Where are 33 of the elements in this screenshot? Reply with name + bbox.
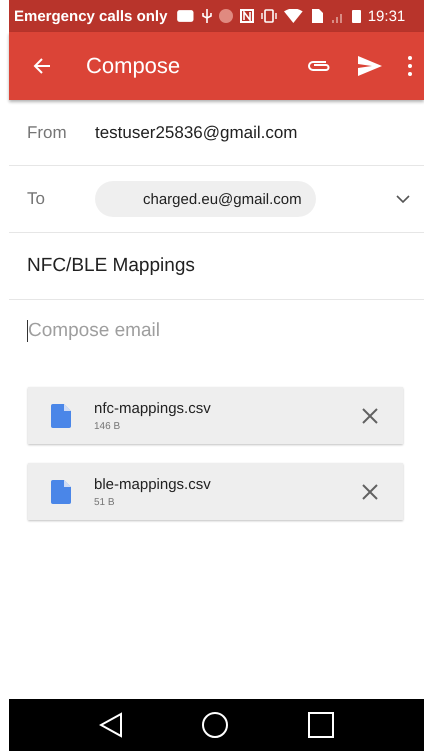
file-name: nfc-mappings.csv — [94, 400, 212, 416]
send-icon[interactable] — [358, 56, 382, 76]
file-icon — [51, 404, 71, 428]
screen-title: Compose — [86, 53, 182, 79]
file-size: 51 B — [94, 496, 116, 508]
body-field[interactable]: Compose email — [27, 320, 228, 342]
back-arrow-icon[interactable] — [33, 57, 51, 75]
from-label: From — [27, 122, 68, 142]
wifi-icon — [284, 9, 303, 23]
file-size: 146 B — [94, 420, 122, 432]
close-icon[interactable] — [362, 408, 378, 424]
file-name: ble-mappings.csv — [94, 476, 212, 492]
chevron-down-icon[interactable] — [396, 194, 410, 204]
attachment-card[interactable]: nfc-mappings.csv 146 B — [28, 387, 403, 444]
usb-icon — [202, 9, 212, 23]
paperclip-icon[interactable] — [306, 59, 332, 73]
close-icon[interactable] — [362, 484, 378, 500]
recipient-chip[interactable]: charged.eu@gmail.com — [95, 181, 316, 217]
nfc-icon — [240, 9, 254, 23]
attachment-card[interactable]: ble-mappings.csv 51 B — [28, 463, 403, 520]
battery-icon — [352, 9, 361, 23]
to-label: To — [27, 189, 46, 209]
back-triangle-icon[interactable] — [98, 712, 123, 738]
sender-address: testuser25836@gmail.com — [95, 122, 298, 142]
clock-text: 19:31 — [368, 8, 406, 24]
vibrate-icon — [261, 9, 278, 23]
more-options-icon[interactable] — [408, 56, 412, 76]
home-circle-icon[interactable] — [202, 712, 228, 738]
sim-icon — [310, 9, 324, 23]
subject-text[interactable]: NFC/BLE Mappings — [27, 255, 195, 277]
carrier-text: Emergency calls only — [14, 8, 168, 24]
file-icon — [51, 480, 71, 504]
recents-square-icon[interactable] — [308, 712, 334, 738]
